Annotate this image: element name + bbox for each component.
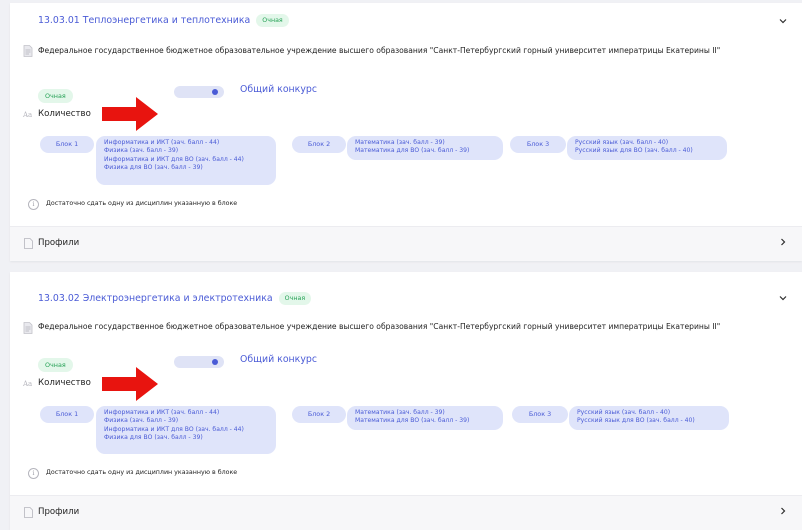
text-size-icon: Aa <box>23 380 33 388</box>
toggle-knob <box>212 359 218 365</box>
block-label: Блок 2 <box>292 406 346 423</box>
chevron-down-icon[interactable] <box>778 17 788 27</box>
subject-item: Русский язык для ВО (зач. балл - 40) <box>577 417 695 425</box>
form-badge: Очная <box>256 14 289 27</box>
subject-item: Физика (зач. балл - 39) <box>104 417 179 425</box>
subject-item: Информатика и ИКТ для ВО (зач. балл - 44… <box>104 155 244 163</box>
red-arrow-icon <box>102 97 158 131</box>
chevron-right-icon[interactable] <box>780 238 786 249</box>
document-icon <box>23 45 33 57</box>
program-title[interactable]: 13.03.01 Теплоэнергетика и теплотехника О… <box>38 14 289 27</box>
subject-item: Математика для ВО (зач. балл - 39) <box>355 417 470 425</box>
info-icon: i <box>28 468 39 479</box>
profiles-row[interactable]: Профили <box>10 226 802 261</box>
document-icon <box>23 322 33 334</box>
subject-item: Физика для ВО (зач. балл - 39) <box>104 433 203 441</box>
form-badge: Очная <box>38 358 73 372</box>
file-icon <box>24 238 33 249</box>
contest-label: Общий конкурс <box>240 84 318 95</box>
info-icon: i <box>28 199 39 210</box>
block-note: Достаточно сдать одну из дисциплин указа… <box>46 200 238 207</box>
program-title-text[interactable]: 13.03.01 Теплоэнергетика и теплотехника <box>38 15 250 26</box>
block-label: Блок 1 <box>40 136 94 153</box>
subject-item: Физика (зач. балл - 39) <box>104 147 179 155</box>
program-card-body: 13.03.02 Электроэнергетика и электротехн… <box>10 272 802 495</box>
form-badge: Очная <box>38 89 73 103</box>
form-badge: Очная <box>278 292 312 305</box>
block-subjects: Русский язык (зач. балл - 40) Русский яз… <box>567 136 727 160</box>
block-subjects: Математика (зач. балл - 39) Математика д… <box>347 136 503 160</box>
block-subjects: Информатика и ИКТ (зач. балл - 44) Физик… <box>96 406 276 454</box>
block-label: Блок 2 <box>292 136 346 153</box>
profiles-row[interactable]: Профили <box>10 495 802 530</box>
program-title[interactable]: 13.03.02 Электроэнергетика и электротехн… <box>38 292 312 305</box>
block-subjects: Математика (зач. балл - 39) Математика д… <box>347 406 503 430</box>
block-label: Блок 3 <box>510 136 566 153</box>
program-card: 13.03.01 Теплоэнергетика и теплотехника О… <box>10 3 802 261</box>
contest-toggle[interactable] <box>174 86 224 98</box>
toggle-knob <box>212 89 218 95</box>
chevron-down-icon[interactable] <box>778 294 788 304</box>
block-subjects: Русский язык (зач. балл - 40) Русский яз… <box>569 406 729 430</box>
quantity-label: Количество <box>38 378 91 388</box>
subject-item: Физика для ВО (зач. балл - 39) <box>104 163 203 171</box>
block-note: Достаточно сдать одну из дисциплин указа… <box>46 469 238 476</box>
program-title-text[interactable]: 13.03.02 Электроэнергетика и электротехн… <box>38 293 273 304</box>
block-subjects: Информатика и ИКТ (зач. балл - 44) Физик… <box>96 136 276 185</box>
institution-name: Федеральное государственное бюджетное об… <box>38 46 721 55</box>
block-label: Блок 1 <box>40 406 94 423</box>
red-arrow-icon <box>102 367 158 401</box>
quantity-label: Количество <box>38 109 91 119</box>
subject-item: Русский язык для ВО (зач. балл - 40) <box>575 147 693 155</box>
institution-name: Федеральное государственное бюджетное об… <box>38 322 721 331</box>
file-icon <box>24 507 33 518</box>
text-size-icon: Aa <box>23 111 33 119</box>
contest-toggle[interactable] <box>174 356 224 368</box>
profiles-label: Профили <box>38 507 80 517</box>
subject-item: Информатика и ИКТ для ВО (зач. балл - 44… <box>104 425 244 433</box>
program-card: 13.03.02 Электроэнергетика и электротехн… <box>10 272 802 530</box>
block-label: Блок 3 <box>512 406 568 423</box>
contest-label: Общий конкурс <box>240 354 318 365</box>
program-card-body: 13.03.01 Теплоэнергетика и теплотехника О… <box>10 3 802 226</box>
subject-item: Математика для ВО (зач. балл - 39) <box>355 147 470 155</box>
chevron-right-icon[interactable] <box>780 507 786 518</box>
profiles-label: Профили <box>38 238 80 248</box>
